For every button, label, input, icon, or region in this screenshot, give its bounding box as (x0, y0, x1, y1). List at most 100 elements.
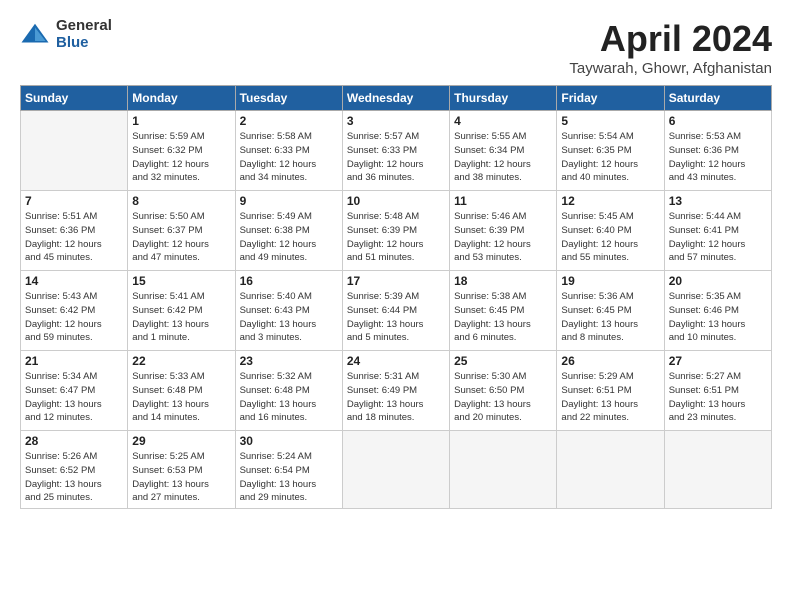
day-header-thursday: Thursday (450, 86, 557, 111)
table-row: 9Sunrise: 5:49 AM Sunset: 6:38 PM Daylig… (235, 191, 342, 271)
logo-blue-text: Blue (56, 35, 112, 52)
table-row: 22 Sunrise: 5:33 AM Sunset: 6:48 PM Dayli… (128, 351, 235, 431)
table-row: 6 Sunrise: 5:53 AM Sunset: 6:36 PM Daylig… (664, 111, 771, 191)
day-number: 4 (454, 114, 552, 128)
calendar-table: SundayMondayTuesdayWednesdayThursdayFrid… (20, 85, 772, 509)
day-number: 3 (347, 114, 445, 128)
day-info: Sunrise: 5:25 AM Sunset: 6:53 PM Dayligh… (132, 450, 230, 505)
table-row: 28 Sunrise: 5:26 AM Sunset: 6:52 PM Dayli… (21, 431, 128, 509)
day-info: Sunrise: 5:31 AM Sunset: 6:49 PM Dayligh… (347, 370, 445, 425)
table-row: 14Sunrise: 5:43 AM Sunset: 6:42 PM Dayli… (21, 271, 128, 351)
table-row: 1Sunrise: 5:59 AM Sunset: 6:32 PM Daylig… (128, 111, 235, 191)
day-info: Sunrise: 5:27 AM Sunset: 6:51 PM Dayligh… (669, 370, 767, 425)
day-header-sunday: Sunday (21, 86, 128, 111)
table-row: 26 Sunrise: 5:29 AM Sunset: 6:51 PM Dayli… (557, 351, 664, 431)
day-number: 6 (669, 114, 767, 128)
day-number: 28 (25, 434, 123, 448)
day-info: Sunrise: 5:32 AM Sunset: 6:48 PM Dayligh… (240, 370, 338, 425)
day-info: Sunrise: 5:30 AM Sunset: 6:50 PM Dayligh… (454, 370, 552, 425)
table-row: 17 Sunrise: 5:39 AM Sunset: 6:44 PM Dayli… (342, 271, 449, 351)
day-info: Sunrise: 5:46 AM Sunset: 6:39 PM Dayligh… (454, 210, 552, 265)
day-info: Sunrise: 5:34 AM Sunset: 6:47 PM Dayligh… (25, 370, 123, 425)
day-info: Sunrise: 5:44 AM Sunset: 6:41 PM Dayligh… (669, 210, 767, 265)
day-number: 15 (132, 274, 230, 288)
day-info: Sunrise: 5:36 AM Sunset: 6:45 PM Dayligh… (561, 290, 659, 345)
day-number: 7 (25, 194, 123, 208)
table-row (342, 431, 449, 509)
day-info: Sunrise: 5:35 AM Sunset: 6:46 PM Dayligh… (669, 290, 767, 345)
table-row: 20 Sunrise: 5:35 AM Sunset: 6:46 PM Dayli… (664, 271, 771, 351)
day-header-wednesday: Wednesday (342, 86, 449, 111)
day-info: Sunrise: 5:45 AM Sunset: 6:40 PM Dayligh… (561, 210, 659, 265)
day-number: 8 (132, 194, 230, 208)
day-number: 19 (561, 274, 659, 288)
day-number: 26 (561, 354, 659, 368)
table-row: 11 Sunrise: 5:46 AM Sunset: 6:39 PM Dayli… (450, 191, 557, 271)
table-row: 2 Sunrise: 5:58 AM Sunset: 6:33 PM Daylig… (235, 111, 342, 191)
table-row: 24 Sunrise: 5:31 AM Sunset: 6:49 PM Dayli… (342, 351, 449, 431)
day-number: 12 (561, 194, 659, 208)
day-number: 21 (25, 354, 123, 368)
table-row (557, 431, 664, 509)
day-info: Sunrise: 5:57 AM Sunset: 6:33 PM Dayligh… (347, 130, 445, 185)
logo-icon (20, 20, 50, 50)
day-header-saturday: Saturday (664, 86, 771, 111)
table-row (450, 431, 557, 509)
day-header-monday: Monday (128, 86, 235, 111)
day-number: 17 (347, 274, 445, 288)
logo: General Blue (20, 18, 112, 51)
day-info: Sunrise: 5:58 AM Sunset: 6:33 PM Dayligh… (240, 130, 338, 185)
day-info: Sunrise: 5:24 AM Sunset: 6:54 PM Dayligh… (240, 450, 338, 505)
table-row: 7 Sunrise: 5:51 AM Sunset: 6:36 PM Daylig… (21, 191, 128, 271)
calendar-subtitle: Taywarah, Ghowr, Afghanistan (569, 60, 772, 77)
table-row: 13 Sunrise: 5:44 AM Sunset: 6:41 PM Dayli… (664, 191, 771, 271)
day-number: 11 (454, 194, 552, 208)
header: General Blue April 2024 Taywarah, Ghowr,… (20, 18, 772, 77)
day-info: Sunrise: 5:59 AM Sunset: 6:32 PM Dayligh… (132, 130, 230, 185)
day-number: 29 (132, 434, 230, 448)
day-info: Sunrise: 5:53 AM Sunset: 6:36 PM Dayligh… (669, 130, 767, 185)
day-number: 20 (669, 274, 767, 288)
day-info: Sunrise: 5:51 AM Sunset: 6:36 PM Dayligh… (25, 210, 123, 265)
table-row (664, 431, 771, 509)
table-row: 3 Sunrise: 5:57 AM Sunset: 6:33 PM Daylig… (342, 111, 449, 191)
table-row: 4Sunrise: 5:55 AM Sunset: 6:34 PM Daylig… (450, 111, 557, 191)
day-info: Sunrise: 5:33 AM Sunset: 6:48 PM Dayligh… (132, 370, 230, 425)
week-row-3: 14Sunrise: 5:43 AM Sunset: 6:42 PM Dayli… (21, 271, 772, 351)
day-number: 25 (454, 354, 552, 368)
table-row: 12 Sunrise: 5:45 AM Sunset: 6:40 PM Dayli… (557, 191, 664, 271)
day-number: 5 (561, 114, 659, 128)
day-number: 2 (240, 114, 338, 128)
table-row: 10 Sunrise: 5:48 AM Sunset: 6:39 PM Dayli… (342, 191, 449, 271)
week-row-5: 28 Sunrise: 5:26 AM Sunset: 6:52 PM Dayli… (21, 431, 772, 509)
day-info: Sunrise: 5:40 AM Sunset: 6:43 PM Dayligh… (240, 290, 338, 345)
table-row: 18Sunrise: 5:38 AM Sunset: 6:45 PM Dayli… (450, 271, 557, 351)
day-number: 22 (132, 354, 230, 368)
day-number: 30 (240, 434, 338, 448)
table-row: 30 Sunrise: 5:24 AM Sunset: 6:54 PM Dayli… (235, 431, 342, 509)
table-row: 27 Sunrise: 5:27 AM Sunset: 6:51 PM Dayli… (664, 351, 771, 431)
day-number: 14 (25, 274, 123, 288)
day-number: 16 (240, 274, 338, 288)
day-info: Sunrise: 5:29 AM Sunset: 6:51 PM Dayligh… (561, 370, 659, 425)
day-info: Sunrise: 5:41 AM Sunset: 6:42 PM Dayligh… (132, 290, 230, 345)
day-number: 23 (240, 354, 338, 368)
table-row: 23 Sunrise: 5:32 AM Sunset: 6:48 PM Dayli… (235, 351, 342, 431)
table-row: 8Sunrise: 5:50 AM Sunset: 6:37 PM Daylig… (128, 191, 235, 271)
table-row: 29 Sunrise: 5:25 AM Sunset: 6:53 PM Dayli… (128, 431, 235, 509)
calendar-container: General Blue April 2024 Taywarah, Ghowr,… (0, 0, 792, 519)
day-info: Sunrise: 5:39 AM Sunset: 6:44 PM Dayligh… (347, 290, 445, 345)
title-block: April 2024 Taywarah, Ghowr, Afghanistan (569, 18, 772, 77)
day-info: Sunrise: 5:54 AM Sunset: 6:35 PM Dayligh… (561, 130, 659, 185)
day-header-friday: Friday (557, 86, 664, 111)
table-row (21, 111, 128, 191)
day-number: 27 (669, 354, 767, 368)
day-number: 10 (347, 194, 445, 208)
table-row: 21 Sunrise: 5:34 AM Sunset: 6:47 PM Dayli… (21, 351, 128, 431)
day-info: Sunrise: 5:26 AM Sunset: 6:52 PM Dayligh… (25, 450, 123, 505)
day-info: Sunrise: 5:48 AM Sunset: 6:39 PM Dayligh… (347, 210, 445, 265)
day-number: 9 (240, 194, 338, 208)
day-number: 13 (669, 194, 767, 208)
day-number: 24 (347, 354, 445, 368)
table-row: 19 Sunrise: 5:36 AM Sunset: 6:45 PM Dayli… (557, 271, 664, 351)
